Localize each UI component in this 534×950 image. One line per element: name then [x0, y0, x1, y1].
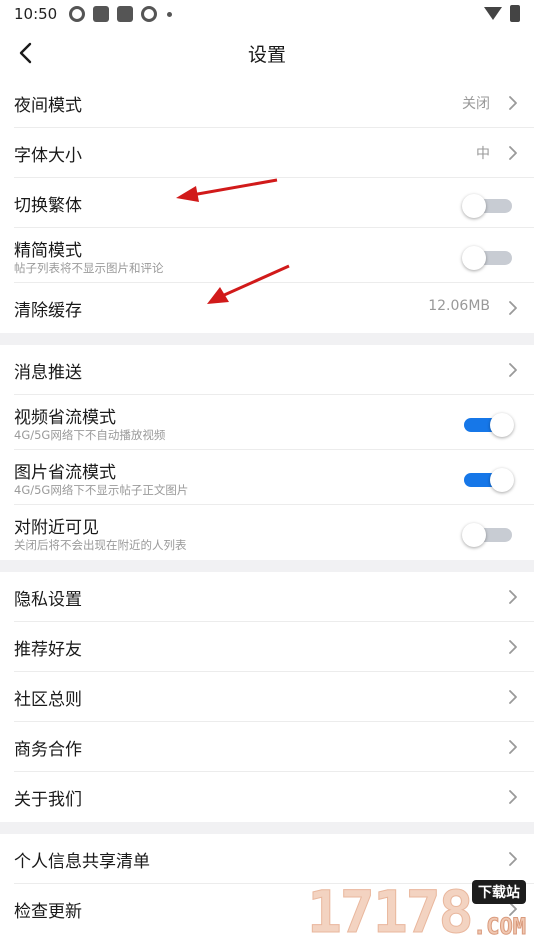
settings-row[interactable]: 夜间模式 关闭	[14, 78, 534, 128]
settings-list: 夜间模式 关闭字体大小 中切换繁体精简模式 帖子列表将不显示图片和评论清除缓存 12.0…	[0, 78, 534, 934]
settings-row[interactable]: 视频省流模式 4G/5G网络下不自动播放视频	[14, 395, 534, 450]
settings-row-label: 推荐好友	[14, 640, 82, 660]
toggle-knob	[462, 246, 486, 270]
group-separator	[0, 822, 534, 834]
toggle-switch[interactable]	[462, 412, 514, 437]
settings-row[interactable]: 商务合作	[14, 722, 534, 772]
settings-row[interactable]: 消息推送	[14, 345, 534, 395]
toggle-knob	[462, 194, 486, 218]
settings-row[interactable]: 字体大小 中	[14, 128, 534, 178]
settings-row-label: 检查更新	[14, 902, 82, 922]
toggle-switch[interactable]	[462, 522, 514, 547]
settings-row[interactable]: 社区总则	[14, 672, 534, 722]
settings-row[interactable]: 切换繁体	[14, 178, 534, 228]
toggle-knob	[490, 413, 514, 437]
app-bar: 设置	[0, 28, 534, 78]
chevron-right-icon	[509, 590, 517, 604]
settings-row[interactable]: 清除缓存 12.06MB	[14, 283, 534, 333]
chevron-right-icon	[509, 301, 517, 315]
chevron-right-icon	[509, 740, 517, 754]
settings-row-value: 中	[476, 146, 490, 162]
settings-row-label: 商务合作	[14, 740, 82, 760]
settings-row-label: 对附近可见	[14, 518, 99, 538]
chevron-right-icon	[509, 146, 517, 160]
watermark-badge: 下载站	[472, 880, 526, 904]
settings-row-label: 隐私设置	[14, 590, 82, 610]
settings-row-label: 精简模式	[14, 241, 82, 261]
settings-row-label: 消息推送	[14, 363, 82, 383]
battery-icon	[510, 5, 520, 22]
toggle-switch[interactable]	[462, 245, 514, 270]
notification-app-icon	[69, 6, 86, 22]
settings-row-description: 帖子列表将不显示图片和评论	[14, 261, 164, 275]
settings-row[interactable]: 图片省流模式 4G/5G网络下不显示帖子正文图片	[14, 450, 534, 505]
chevron-right-icon	[509, 790, 517, 804]
settings-row-label: 清除缓存	[14, 301, 82, 321]
settings-row-label: 夜间模式	[14, 96, 82, 116]
more-notifications-icon	[167, 11, 173, 17]
settings-row-label: 社区总则	[14, 690, 82, 710]
chevron-right-icon	[509, 640, 517, 654]
settings-row[interactable]: 关于我们	[14, 772, 534, 822]
settings-row[interactable]: 隐私设置	[14, 572, 534, 622]
watermark-domain: .COM	[473, 915, 527, 941]
chevron-right-icon	[509, 96, 517, 110]
status-time: 10:50	[14, 5, 58, 23]
settings-row[interactable]: 对附近可见 关闭后将不会出现在附近的人列表	[14, 505, 534, 560]
settings-row-label: 个人信息共享清单	[14, 852, 150, 872]
settings-row[interactable]: 精简模式 帖子列表将不显示图片和评论	[14, 228, 534, 283]
settings-row-label: 图片省流模式	[14, 463, 116, 483]
notification-app-icon	[141, 6, 158, 22]
settings-row-value: 12.06MB	[428, 298, 490, 314]
chevron-right-icon	[509, 690, 517, 704]
status-bar: 10:50	[0, 0, 534, 28]
settings-row-description: 4G/5G网络下不自动播放视频	[14, 428, 166, 442]
settings-row-description: 4G/5G网络下不显示帖子正文图片	[14, 483, 189, 497]
chevron-right-icon	[509, 363, 517, 377]
group-separator	[0, 560, 534, 572]
settings-row-label: 关于我们	[14, 790, 82, 810]
settings-row-label: 字体大小	[14, 146, 82, 166]
chevron-right-icon	[509, 852, 517, 866]
page-title: 设置	[247, 44, 286, 66]
settings-row[interactable]: 推荐好友	[14, 622, 534, 672]
watermark-logo: 17178 下载站 .COM	[307, 868, 532, 948]
wifi-icon	[484, 7, 502, 20]
settings-row-label: 切换繁体	[14, 196, 82, 216]
settings-row-value: 关闭	[462, 96, 490, 112]
notification-app-icon	[117, 6, 134, 22]
toggle-switch[interactable]	[462, 467, 514, 492]
settings-row-description: 关闭后将不会出现在附近的人列表	[14, 538, 187, 552]
notification-app-icon	[93, 6, 110, 22]
settings-row-label: 视频省流模式	[14, 408, 116, 428]
toggle-knob	[490, 468, 514, 492]
toggle-switch[interactable]	[462, 193, 514, 218]
toggle-knob	[462, 523, 486, 547]
group-separator	[0, 333, 534, 345]
watermark-digits: 17178	[307, 878, 475, 947]
